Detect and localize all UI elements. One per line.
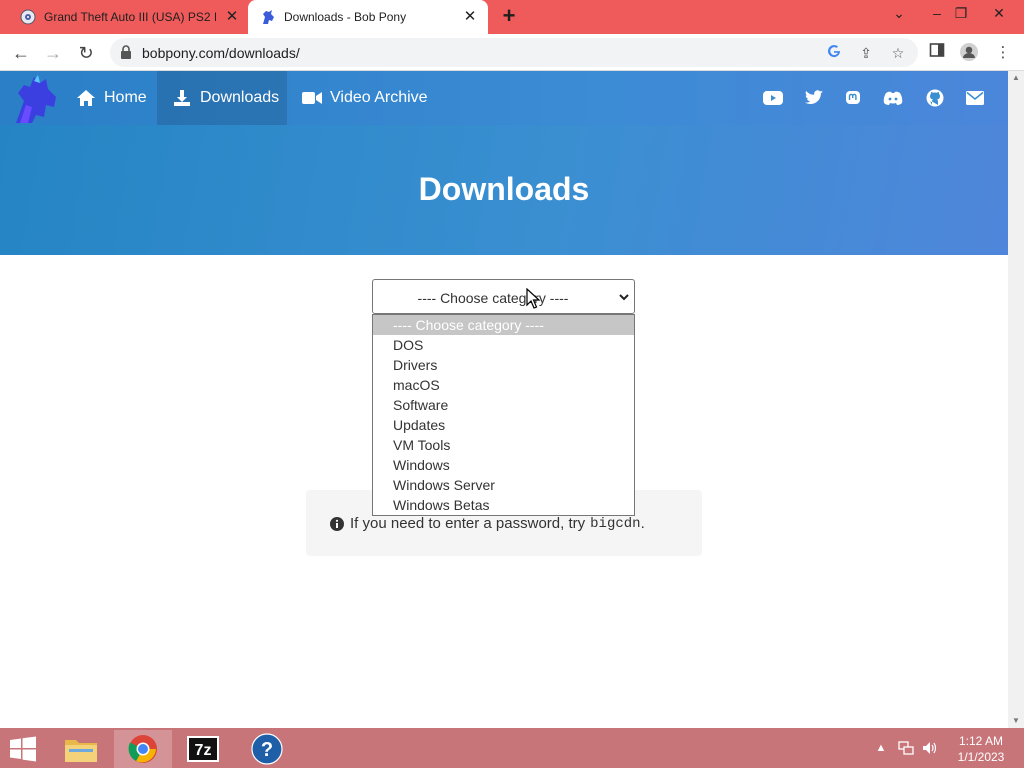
tab-title: Downloads - Bob Pony [284,10,407,24]
chevron-down-icon [618,290,630,302]
tab-title: Grand Theft Auto III (USA) PS2 IS [44,10,216,24]
dropdown-option[interactable]: Updates [373,415,634,435]
email-icon[interactable] [965,88,985,108]
hero-banner: Downloads [0,125,1008,255]
side-panel-icon[interactable] [926,42,948,64]
share-icon[interactable]: ⇪ [856,43,876,63]
close-tab-icon[interactable]: ✕ [462,9,478,25]
scroll-down-icon[interactable]: ▼ [1008,714,1024,728]
tab-downloads[interactable]: Downloads - Bob Pony ✕ [248,0,488,34]
bookmark-star-icon[interactable]: ☆ [888,43,908,63]
scroll-up-icon[interactable]: ▲ [1008,71,1024,85]
page-title: Downloads [418,171,590,207]
dropdown-option[interactable]: DOS [373,335,634,355]
nav-video-archive[interactable]: Video Archive [302,71,428,125]
dropdown-option[interactable]: Windows [373,455,634,475]
windows-taskbar: 7z ? ▲ 1:12 AM 1/1/2023 [0,728,1024,768]
restore-button[interactable]: ❐ [944,0,978,30]
lock-icon [120,45,132,59]
file-explorer-icon[interactable] [52,730,110,768]
github-icon[interactable] [925,88,945,108]
tab-gta3[interactable]: Grand Theft Auto III (USA) PS2 IS ✕ [8,0,248,34]
category-select-value: ---- Choose category ---- [417,290,569,306]
video-camera-icon [302,89,322,107]
tray-chevron-up-icon[interactable]: ▲ [873,740,889,756]
nav-video-label: Video Archive [330,89,428,106]
info-text: If you need to enter a password, try [350,515,586,532]
home-icon [76,89,96,107]
network-icon[interactable] [898,740,914,756]
nav-downloads[interactable]: Downloads [157,71,287,125]
nav-home-label: Home [104,89,147,106]
back-button[interactable]: ← [8,40,34,66]
forward-button[interactable]: → [40,40,66,66]
svg-text:?: ? [261,739,273,761]
page-scrollbar[interactable]: ▲ ▼ [1008,71,1024,728]
bob-pony-logo[interactable] [10,73,62,125]
dropdown-option[interactable]: Drivers [373,355,634,375]
tab-search-chevron-icon[interactable]: ⌄ [882,0,916,30]
youtube-icon[interactable] [763,88,783,108]
password-info-message: If you need to enter a password, try big… [330,515,645,532]
help-icon[interactable]: ? [238,730,296,768]
web-page: Home Downloads Video Archive Downloads -… [0,71,1008,728]
clock-time: 1:12 AM [958,734,1004,748]
mouse-cursor-icon [526,287,542,310]
nav-home[interactable]: Home [76,71,147,125]
chrome-icon[interactable] [114,730,172,768]
mastodon-icon[interactable] [843,88,863,108]
clock-date: 1/1/2023 [957,750,1005,764]
browser-toolbar: ← → ↻ bobpony.com/downloads/ ⇪ ☆ ⋮ [0,34,1024,71]
category-select[interactable]: ---- Choose category ---- [372,279,635,314]
reload-button[interactable]: ↻ [73,40,99,66]
info-suffix: . [640,515,645,532]
dropdown-option[interactable]: VM Tools [373,435,634,455]
download-icon [172,89,192,107]
menu-kebab-icon[interactable]: ⋮ [992,42,1014,64]
dropdown-option[interactable]: Windows Server [373,475,634,495]
system-clock[interactable]: 1:12 AM 1/1/2023 [950,733,1012,765]
dropdown-option[interactable]: Windows Betas [373,495,634,515]
address-bar[interactable]: bobpony.com/downloads/ ⇪ ☆ [110,38,918,67]
7zip-icon[interactable]: 7z [174,730,232,768]
dropdown-option[interactable]: macOS [373,375,634,395]
info-circle-icon [330,516,344,531]
dropdown-option[interactable]: ---- Choose category ---- [373,315,634,335]
profile-avatar-icon[interactable] [958,42,980,64]
discord-icon[interactable] [883,88,903,108]
close-tab-icon[interactable]: ✕ [224,9,240,25]
dropdown-option[interactable]: Software [373,395,634,415]
nav-downloads-label: Downloads [200,89,280,106]
new-tab-button[interactable]: + [498,5,520,28]
url-text: bobpony.com/downloads/ [142,45,300,61]
google-icon[interactable] [824,43,844,63]
svg-text:7z: 7z [195,742,212,759]
close-window-button[interactable]: ✕ [982,0,1016,30]
pony-icon [260,9,276,25]
disc-icon [20,9,36,25]
twitter-icon[interactable] [804,88,824,108]
password-code: bigcdn [590,515,641,532]
site-navbar: Home Downloads Video Archive [0,71,1008,125]
windows-start-icon[interactable] [8,736,40,762]
volume-icon[interactable] [922,740,938,756]
browser-tab-strip: Grand Theft Auto III (USA) PS2 IS ✕ Down… [0,0,1024,34]
category-dropdown-list: ---- Choose category ---- DOS Drivers ma… [372,314,635,516]
